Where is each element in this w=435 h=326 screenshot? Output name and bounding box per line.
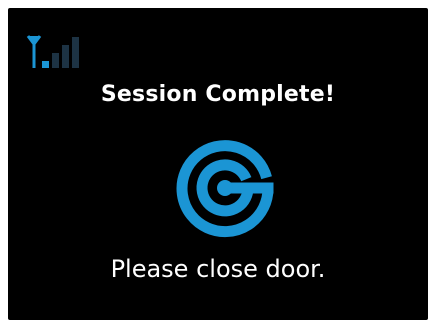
brand-logo-icon [176, 140, 274, 238]
device-frame: Session Complete! Please close door. [0, 0, 435, 326]
session-complete-title: Session Complete! [100, 82, 336, 107]
signal-bar-4 [72, 37, 79, 68]
signal-strength-icon [26, 35, 79, 68]
signal-bar-3 [62, 45, 69, 68]
signal-bar-1 [42, 61, 49, 68]
signal-bar-2 [52, 53, 59, 68]
close-door-message: Please close door. [110, 255, 326, 283]
logo-center-dot [217, 180, 233, 196]
display-screen: Session Complete! Please close door. [8, 8, 428, 320]
antenna-icon [26, 35, 42, 68]
